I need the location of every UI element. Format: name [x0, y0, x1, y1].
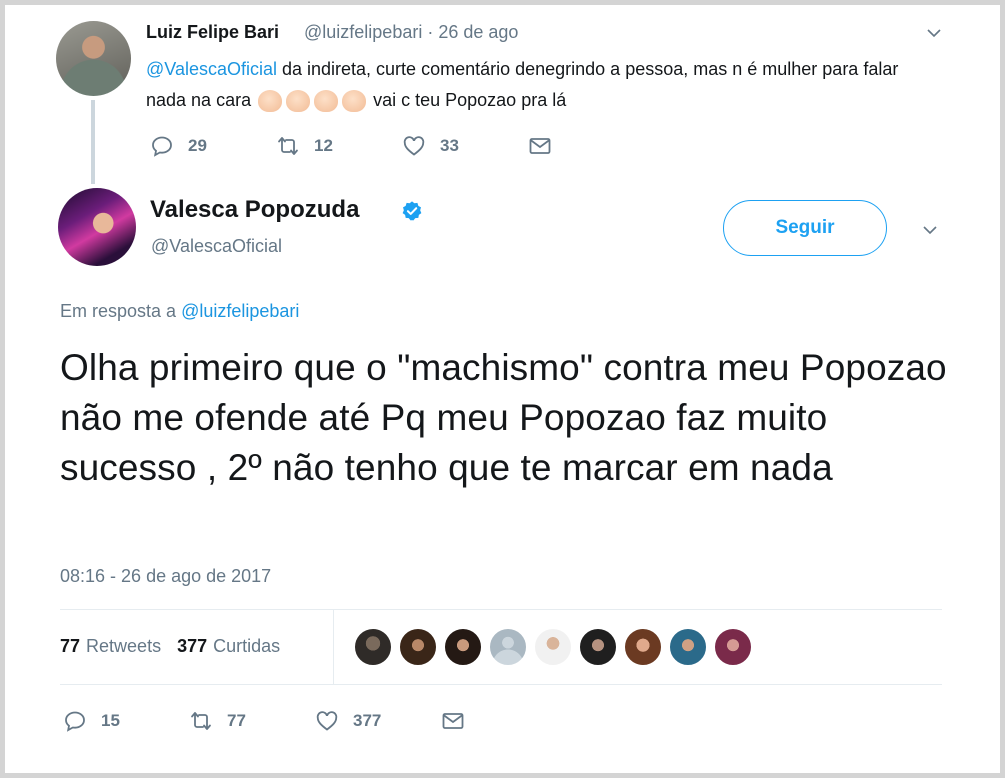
- reply-author-meta: @luizfelipebari · 26 de ago: [304, 22, 518, 43]
- main-author-name[interactable]: Valesca Popozuda: [150, 196, 359, 224]
- retweet-count: 77: [227, 711, 246, 730]
- retweets-stat[interactable]: 77 Retweets: [60, 636, 161, 657]
- like-icon: [316, 711, 338, 731]
- like-icon: [403, 136, 425, 156]
- direct-message-icon: [442, 713, 464, 729]
- avatar-valescaoficial[interactable]: [58, 188, 136, 266]
- liker-avatar[interactable]: [534, 628, 572, 666]
- liker-avatar[interactable]: [624, 628, 662, 666]
- retweets-stat-count: 77: [60, 636, 81, 656]
- main-author-handle[interactable]: @ValescaOficial: [151, 236, 282, 257]
- reply-text-part2: vai c teu Popozao pra lá: [368, 90, 567, 110]
- liker-avatar[interactable]: [579, 628, 617, 666]
- follow-button[interactable]: Seguir: [723, 200, 887, 256]
- liker-avatar[interactable]: [669, 628, 707, 666]
- like-button[interactable]: 377: [315, 709, 397, 733]
- retweet-icon: [191, 712, 211, 730]
- reply-prefix: Em resposta a: [60, 301, 177, 321]
- reply-count: 15: [101, 711, 120, 730]
- like-count: 377: [353, 711, 382, 730]
- verified-badge-icon: [402, 201, 422, 221]
- divider: [333, 609, 334, 685]
- direct-message-button[interactable]: [441, 709, 479, 733]
- retweet-button[interactable]: 77: [189, 709, 271, 733]
- reply-to-mention[interactable]: @luizfelipebari: [181, 301, 299, 321]
- likes-stat-label: Curtidas: [213, 636, 281, 656]
- like-count: 33: [440, 136, 459, 155]
- likes-stat[interactable]: 377 Curtidas: [177, 636, 280, 657]
- reply-count: 29: [188, 136, 207, 155]
- tweet-timestamp[interactable]: 08:16 - 26 de ago de 2017: [60, 566, 271, 587]
- reply-author-name[interactable]: Luiz Felipe Bari: [146, 22, 279, 43]
- clapping-hands-emoji: [342, 90, 367, 113]
- likes-stat-count: 377: [177, 636, 208, 656]
- thread-connector: [91, 100, 95, 184]
- clapping-hands-emoji: [286, 90, 311, 113]
- divider: [60, 684, 942, 685]
- engagement-stats: 77 Retweets 377 Curtidas: [60, 636, 296, 657]
- clapping-hands-emoji: [314, 90, 339, 113]
- avatar-luizfelipebari[interactable]: [56, 21, 131, 96]
- reply-icon: [65, 711, 85, 732]
- reply-button[interactable]: 15: [63, 709, 145, 733]
- liker-avatar[interactable]: [444, 628, 482, 666]
- reply-date[interactable]: 26 de ago: [438, 22, 518, 42]
- reply-tweet-text: @ValescaOficial da indireta, curte comen…: [146, 54, 936, 116]
- divider: [60, 609, 942, 610]
- reply-icon: [152, 136, 172, 157]
- reply-author-handle[interactable]: @luizfelipebari: [304, 22, 422, 42]
- chevron-down-icon[interactable]: [925, 24, 943, 47]
- mention-link[interactable]: @ValescaOficial: [146, 59, 277, 79]
- chevron-down-icon[interactable]: [921, 221, 939, 244]
- reply-tweet-actions: 29 12 33: [150, 134, 610, 158]
- retweet-icon: [278, 137, 298, 155]
- clapping-hands-emoji: [258, 90, 283, 113]
- retweets-stat-label: Retweets: [86, 636, 162, 656]
- reply-button[interactable]: 29: [150, 134, 232, 158]
- direct-message-button[interactable]: [528, 134, 566, 158]
- liker-avatar[interactable]: [489, 628, 527, 666]
- liker-avatar[interactable]: [354, 628, 392, 666]
- in-reply-to: Em resposta a @luizfelipebari: [60, 301, 299, 322]
- like-button[interactable]: 33: [402, 134, 484, 158]
- liker-avatar[interactable]: [399, 628, 437, 666]
- direct-message-icon: [529, 138, 551, 154]
- main-tweet-text: Olha primeiro que o "machismo" contra me…: [60, 347, 947, 488]
- retweet-count: 12: [314, 136, 333, 155]
- retweet-button[interactable]: 12: [276, 134, 358, 158]
- liker-avatar[interactable]: [714, 628, 752, 666]
- meta-separator: ·: [427, 22, 434, 42]
- main-tweet-actions: 15 77 377: [63, 709, 523, 733]
- liker-avatars: [354, 628, 759, 666]
